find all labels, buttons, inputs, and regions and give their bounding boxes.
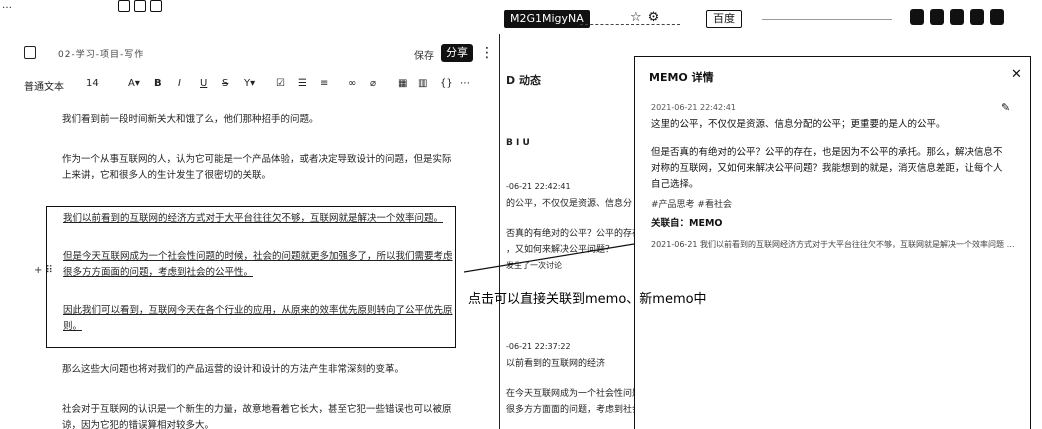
editor-body[interactable]: 我们看到前一段时间新关大和饿了么，他们那种招手的问题。 作为一个从事互联网的人，… (0, 106, 500, 429)
table-icon[interactable]: ▦ (398, 78, 407, 89)
list-item: D 动态 (506, 74, 541, 87)
list-item: -06-21 22:42:41 (506, 182, 571, 191)
bold-button[interactable]: B (154, 78, 162, 89)
extension-icon[interactable] (970, 9, 984, 25)
memo-text: 这里的公平，不仅仅是资源、信息分配的公平；更重要的是人的公平。 (651, 119, 946, 130)
memo-title: MEMO 详情 (649, 71, 714, 84)
memo-reference-link[interactable]: 2021-06-21 我们以前看到的互联网经济方式对于大平台往往欠不够，互联网就… (651, 239, 1015, 250)
extension-icon[interactable] (910, 9, 924, 25)
editor-header: 02-学习-项目-写作 保存 分享 ⋮ (0, 42, 500, 66)
doc-title: 02-学习-项目-写作 (58, 50, 145, 60)
highlight-icon[interactable]: Y▾ (244, 78, 255, 89)
close-icon[interactable]: ✕ (1011, 67, 1022, 82)
attachment-icon[interactable]: ⌀ (370, 78, 376, 89)
window-button-icon[interactable] (134, 0, 146, 12)
connector-line (464, 243, 635, 273)
memo-list: D 动态 B I U -06-21 22:42:41 的公平，不仅仅是资源、信息… (500, 34, 634, 429)
list-item: -06-21 22:37:22 (506, 342, 571, 351)
highlight-paragraph: 因此我们可以看到，互联网今天在各个行业的应用，从原来的效率优先原则转向了公平优先… (63, 305, 453, 332)
memo-association[interactable]: 关联自：MEMO (651, 215, 722, 229)
window-button-icon[interactable] (118, 0, 130, 12)
font-size-select[interactable]: 14 (86, 78, 99, 89)
font-color-icon[interactable]: A▾ (128, 78, 140, 89)
tab-actions: ☆ ⚙ (630, 10, 659, 25)
more-vertical-icon[interactable]: ⋮ (480, 45, 494, 61)
strikethrough-button[interactable]: S (222, 78, 228, 89)
memo-detail-panel: MEMO 详情 ✕ 2021-06-21 22:42:41 ✎ 这里的公平，不仅… (634, 56, 1031, 429)
window-controls (118, 0, 162, 12)
list-item: 的公平，不仅仅是资源、信息分 (506, 199, 633, 209)
checklist-icon[interactable]: ☑ (276, 78, 285, 89)
highlight-paragraph: 但是今天互联网成为一个社会性问题的时候，社会的问题就更多加强多了，所以我们需要考… (63, 251, 453, 278)
list-item: 否真的有绝对的公平？公平的存在 (506, 229, 634, 239)
paragraph: 那么这些大问题也将对我们的产品运营的设计和设计的方法产生非常深刻的变革。 (62, 364, 405, 375)
italic-button[interactable]: I (178, 78, 181, 89)
list-item: 以前看到的互联网的经济 (506, 359, 606, 369)
save-status: 保存 (414, 51, 434, 62)
editor-window-titlebar: … (0, 0, 500, 14)
extension-icon[interactable] (930, 9, 944, 25)
settings-icon[interactable]: ⚙ (648, 10, 660, 25)
list-item: B I U (506, 138, 530, 148)
list-item: 很多方方面面的问题，考虑到社会 (506, 405, 634, 415)
code-block-icon[interactable]: {} (440, 78, 453, 89)
bullet-list-icon[interactable]: ☰ (298, 78, 307, 89)
window-button-icon[interactable] (150, 0, 162, 12)
paragraph: 作为一个从事互联网的人，认为它可能是一个产品体验，或者决定导致设计的问题，但是实… (62, 154, 452, 181)
star-icon[interactable]: ☆ (630, 10, 642, 25)
memo-tags[interactable]: #产品思考 #看社会 (651, 197, 732, 210)
paragraph: 社会对于互联网的认识是一个新生的力量，故意地看着它长大，甚至它犯一些错误也可以被… (62, 404, 452, 429)
top-bar: … M2G1MigyNA ☆ ⚙ 百度 (0, 0, 1042, 34)
document-editor: 02-学习-项目-写作 保存 分享 ⋮ 普通文本 14 A▾ B I U S Y… (0, 34, 500, 429)
baidu-button[interactable]: 百度 (706, 10, 742, 28)
share-button[interactable]: 分享 (441, 44, 473, 62)
memo-timestamp: 2021-06-21 22:42:41 (651, 103, 736, 112)
extension-icon[interactable] (950, 9, 964, 25)
list-item: 在今天互联网成为一个社会性问题 (506, 389, 634, 399)
more-tools-button[interactable]: ⋯ (460, 78, 470, 89)
format-toolbar: 普通文本 14 A▾ B I U S Y▾ ☑ ☰ ≡ ∞ ⌀ ▦ ▥ {} ⋯ (0, 78, 500, 94)
columns-icon[interactable]: ▥ (418, 78, 427, 89)
window-title: … (2, 0, 13, 11)
url-bar-line (762, 19, 892, 20)
active-tab[interactable]: M2G1MigyNA (504, 10, 590, 28)
extension-icon[interactable] (990, 9, 1004, 25)
extension-icons (910, 9, 1004, 25)
memo-text: 但是否真的有绝对的公平？公平的存在，也是因为不公平的承托。那么，解决信息不对称的… (651, 147, 1003, 190)
annotation-caption: 点击可以直接关联到memo、新memo中 (468, 292, 707, 307)
paragraph: 我们看到前一段时间新关大和饿了么，他们那种招手的问题。 (62, 114, 319, 125)
underline-button[interactable]: U (200, 78, 207, 89)
highlighted-block[interactable]: 我们以前看到的互联网的经济方式对于大平台往往欠不够，互联网就是解决一个效率问题。… (46, 206, 456, 348)
highlight-paragraph: 我们以前看到的互联网的经济方式对于大平台往往欠不够，互联网就是解决一个效率问题。 (63, 213, 444, 224)
numbered-list-icon[interactable]: ≡ (320, 78, 328, 89)
sidebar-toggle-icon[interactable] (24, 46, 36, 59)
edit-icon[interactable]: ✎ (1001, 101, 1010, 114)
link-icon[interactable]: ∞ (348, 78, 356, 89)
text-style-select[interactable]: 普通文本 (24, 78, 64, 93)
browser-toolbar: M2G1MigyNA ☆ ⚙ 百度 (500, 6, 1042, 34)
